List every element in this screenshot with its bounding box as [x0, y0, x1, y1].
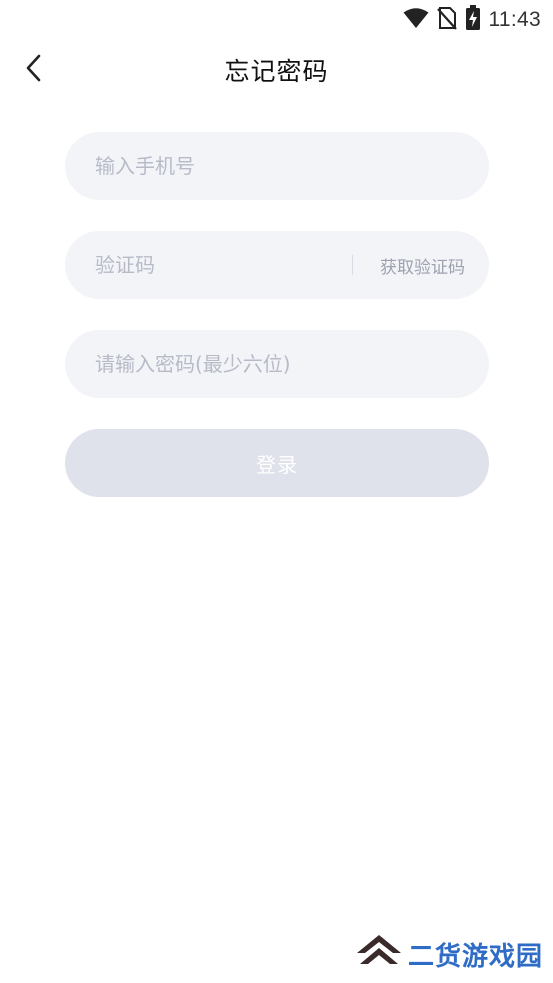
double-chevron-up-logo-icon — [356, 933, 402, 975]
watermark: 二货游戏园 — [356, 933, 543, 975]
status-time: 11:43 — [488, 8, 541, 31]
login-button[interactable]: 登录 — [65, 429, 489, 497]
password-field — [65, 330, 489, 398]
watermark-text: 二货游戏园 — [407, 941, 543, 972]
battery-charging-icon — [465, 5, 481, 35]
page-title: 忘记密码 — [224, 57, 329, 86]
status-icons: 11:43 — [403, 5, 542, 35]
verification-code-input[interactable] — [95, 231, 335, 299]
field-divider — [352, 255, 353, 275]
get-code-button[interactable]: 获取验证码 — [380, 231, 465, 299]
status-bar: 11:43 — [0, 0, 553, 38]
wifi-icon — [403, 7, 429, 33]
phone-field — [65, 132, 489, 200]
phone-input[interactable] — [95, 132, 465, 200]
password-input[interactable] — [95, 330, 465, 398]
nav-bar: 忘记密码 — [0, 40, 553, 100]
verification-code-field: 获取验证码 — [65, 231, 489, 299]
no-sim-icon — [436, 6, 457, 34]
